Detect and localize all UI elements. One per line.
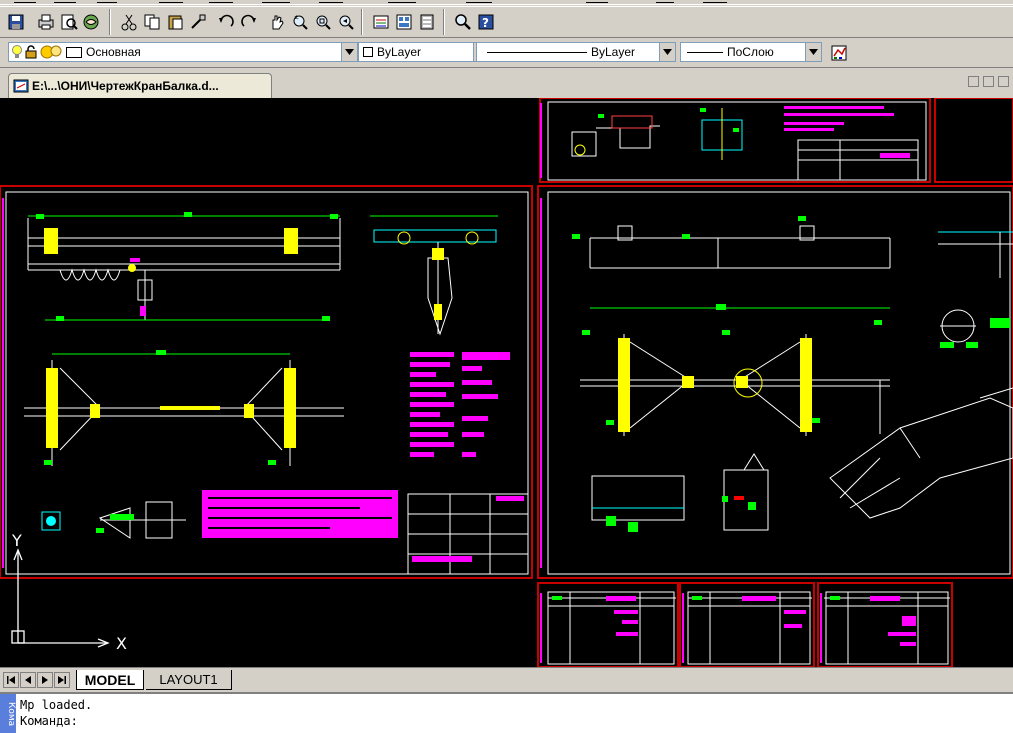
restore-icon[interactable] xyxy=(983,76,994,87)
svg-text:±: ± xyxy=(294,14,299,21)
lock-icon[interactable] xyxy=(25,45,37,59)
title-block-left-magenta xyxy=(412,496,524,562)
lineweight-sample xyxy=(687,51,723,53)
color-box-icon xyxy=(66,46,82,58)
publish-icon[interactable] xyxy=(80,11,102,33)
ucs-x-label: X xyxy=(116,634,127,653)
help-icon[interactable]: ? xyxy=(475,11,497,33)
spec-tables xyxy=(547,591,949,665)
zoom-previous-icon[interactable] xyxy=(335,11,357,33)
close-icon[interactable] xyxy=(998,76,1009,87)
right-lower-green xyxy=(606,496,756,532)
right-edge-green xyxy=(940,318,1010,348)
ucs-y-label: Y xyxy=(11,531,22,550)
linetype-value: ByLayer xyxy=(591,45,636,59)
ucs-icon xyxy=(11,548,110,648)
properties-icon[interactable] xyxy=(370,11,392,33)
pan-icon[interactable] xyxy=(266,11,288,33)
cut-icon[interactable] xyxy=(118,11,140,33)
tab-model[interactable]: MODEL xyxy=(76,670,144,690)
sun-icon[interactable] xyxy=(39,44,65,60)
color-swatch xyxy=(363,47,373,57)
drawing-canvas[interactable]: Y X xyxy=(0,98,1013,667)
find-icon[interactable] xyxy=(452,11,474,33)
layers-properties-toolbar: Основная ByLayer ByLayer ПоСлою xyxy=(0,38,1013,68)
cad-drawing: Y X xyxy=(0,98,1013,667)
menu-bar-clipped xyxy=(0,0,1013,5)
linetype-sample xyxy=(487,51,587,53)
top-sheet-details xyxy=(571,108,919,181)
right-plan-yellow xyxy=(618,338,812,432)
command-line-handle[interactable]: Кома xyxy=(0,694,16,733)
document-title: E:\...\ОНИ\ЧертежКранБалка.d... xyxy=(32,79,219,93)
match-properties-icon[interactable] xyxy=(187,11,209,33)
layer-combo[interactable]: Основная xyxy=(8,42,358,62)
print-icon[interactable] xyxy=(35,11,57,33)
layer-name: Основная xyxy=(86,45,141,59)
section-cyan xyxy=(46,516,56,526)
right-beam-elevation xyxy=(589,225,891,309)
bulb-icon[interactable] xyxy=(11,44,23,60)
command-prompt[interactable]: Команда: xyxy=(20,714,78,728)
spec-tables-magenta xyxy=(606,596,916,646)
chevron-down-icon[interactable] xyxy=(659,43,675,61)
plot-style-icon[interactable] xyxy=(828,42,850,64)
spec-text-block xyxy=(410,352,510,457)
command-line[interactable]: Кома Mp loaded. Команда: xyxy=(0,692,1013,733)
color-value: ByLayer xyxy=(377,45,422,59)
autocad-window: ± ? Основная ByLayer ByLayer ПоСлою E:\.… xyxy=(0,0,1013,733)
sheet-frames xyxy=(0,98,1013,667)
section-green xyxy=(96,514,134,533)
redo-icon[interactable] xyxy=(238,11,260,33)
crane-front-yellow xyxy=(44,228,298,272)
tool-palettes-icon[interactable] xyxy=(416,11,438,33)
copy-icon[interactable] xyxy=(141,11,163,33)
linetype-combo[interactable]: ByLayer xyxy=(476,42,676,62)
undo-icon[interactable] xyxy=(215,11,237,33)
save-icon[interactable] xyxy=(5,11,27,33)
right-lower-red xyxy=(734,496,744,500)
document-tab[interactable]: E:\...\ОНИ\ЧертежКранБалка.d... xyxy=(8,73,272,98)
color-combo[interactable]: ByLayer xyxy=(358,42,490,62)
previous-tab-icon[interactable] xyxy=(20,672,36,688)
last-tab-icon[interactable] xyxy=(54,672,70,688)
standard-toolbar: ± ? xyxy=(0,6,1013,38)
svg-text:?: ? xyxy=(482,16,489,30)
command-history-line: Mp loaded. xyxy=(20,698,93,712)
right-beam-green xyxy=(572,216,806,310)
minimize-icon[interactable] xyxy=(968,76,979,87)
zoom-realtime-icon[interactable]: ± xyxy=(289,11,311,33)
print-preview-icon[interactable] xyxy=(58,11,80,33)
zoom-window-icon[interactable] xyxy=(312,11,334,33)
lineweight-value: ПоСлою xyxy=(727,45,774,59)
design-center-icon[interactable] xyxy=(393,11,415,33)
tab-layout1[interactable]: LAYOUT1 xyxy=(146,670,232,690)
chevron-down-icon[interactable] xyxy=(805,43,821,61)
paste-icon[interactable] xyxy=(164,11,186,33)
drawing-file-icon xyxy=(13,79,29,93)
lineweight-combo[interactable]: ПоСлою xyxy=(680,42,822,62)
chevron-down-icon[interactable] xyxy=(341,43,357,61)
first-tab-icon[interactable] xyxy=(3,672,19,688)
document-tab-bar: E:\...\ОНИ\ЧертежКранБалка.d... xyxy=(0,68,1013,98)
layout-tab-bar: MODEL LAYOUT1 xyxy=(0,667,1013,692)
next-tab-icon[interactable] xyxy=(37,672,53,688)
